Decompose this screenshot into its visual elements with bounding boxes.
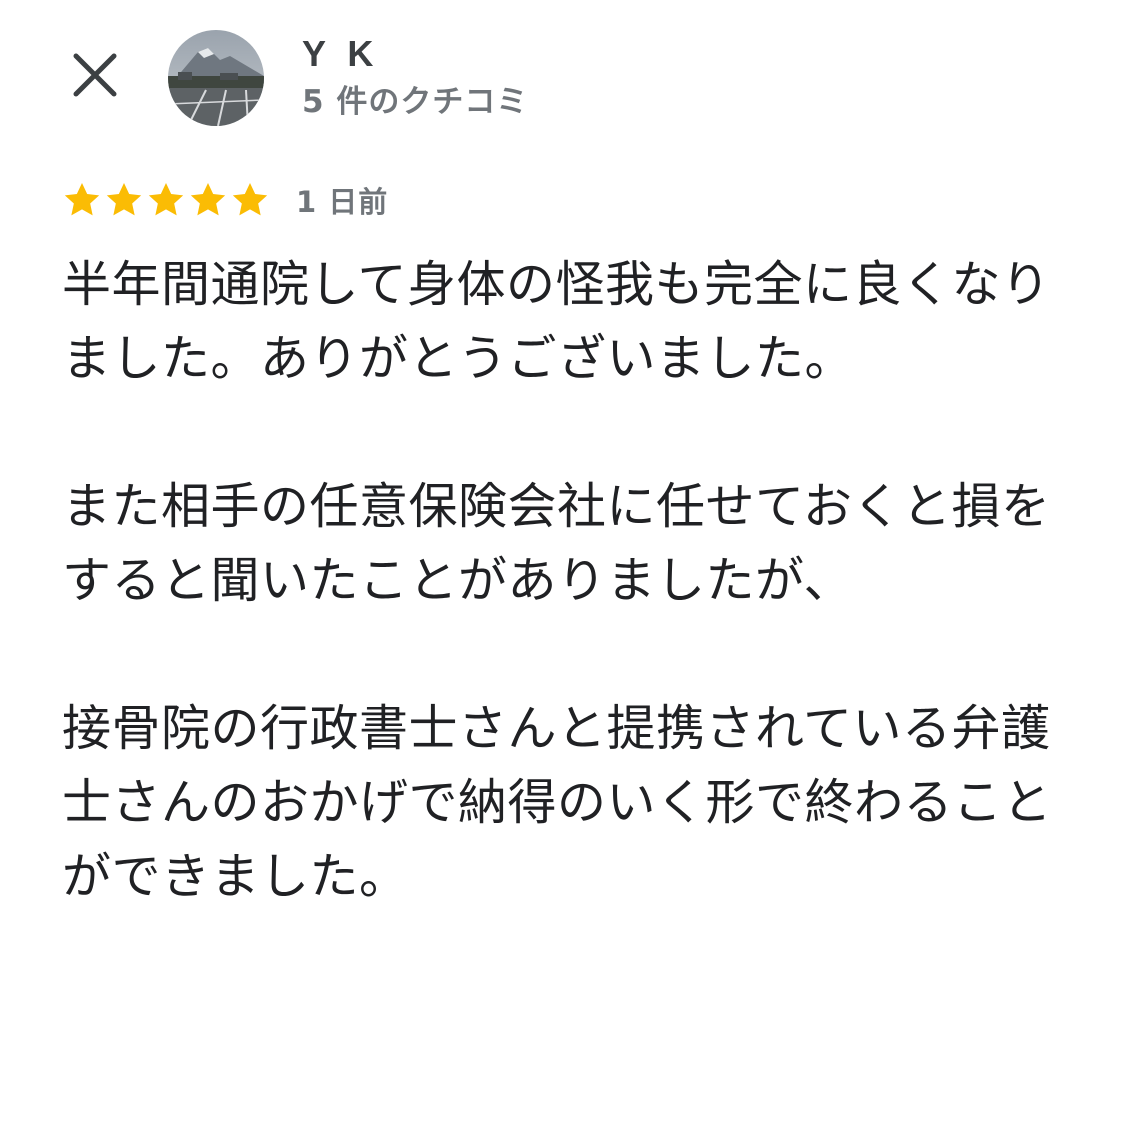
review-count[interactable]: 5 件のクチコミ	[302, 80, 528, 124]
review-paragraph: 接骨院の行政書士さんと提携されている弁護士さんのおかげで納得のいく形で終わること…	[62, 700, 1053, 905]
reviewer-name[interactable]: Y K	[302, 30, 379, 78]
star-icon	[64, 183, 100, 216]
star-rating	[62, 180, 270, 220]
review-text: 半年間通院して身体の怪我も完全に良くなりました。ありがとうございました。 また相…	[62, 248, 1092, 914]
avatar[interactable]	[168, 30, 264, 126]
review-paragraph: また相手の任意保険会社に任せておくと損をすると聞いたことがありましたが、	[62, 478, 1051, 609]
close-icon	[73, 53, 117, 97]
star-icon	[190, 183, 226, 216]
star-icon	[106, 183, 142, 216]
star-icon	[232, 183, 268, 216]
review-date: 1 日前	[296, 185, 389, 219]
star-icon	[148, 183, 184, 216]
avatar-photo	[168, 30, 264, 126]
rating-row: 1 日前	[62, 176, 388, 224]
close-button[interactable]	[62, 42, 128, 108]
review-paragraph: 半年間通院して身体の怪我も完全に良くなりました。ありがとうございました。	[62, 256, 1051, 387]
